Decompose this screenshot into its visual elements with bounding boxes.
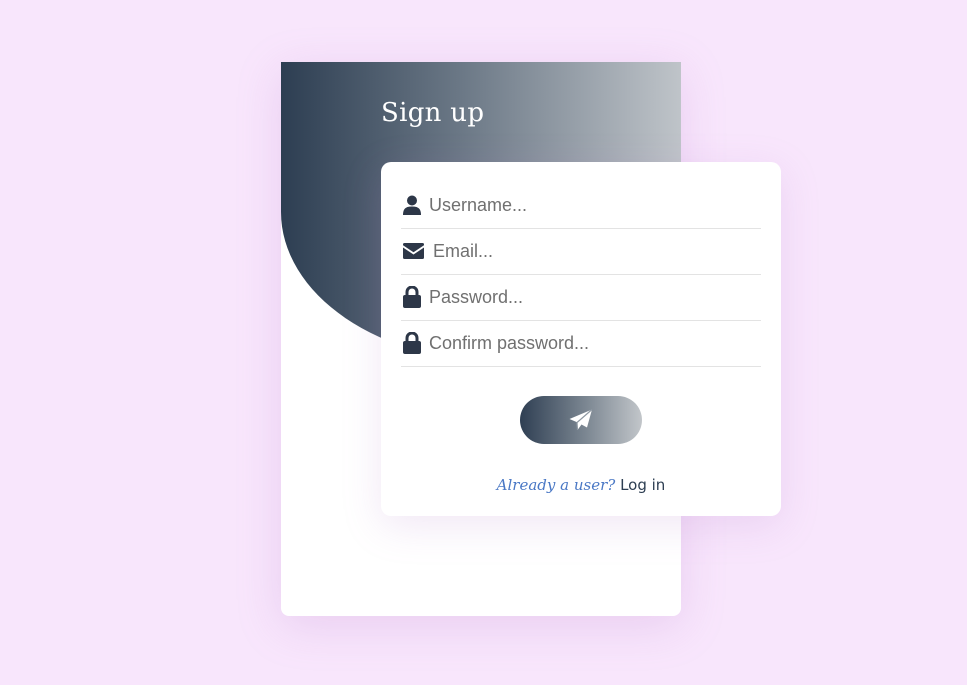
paper-plane-icon [569,409,593,431]
already-user-text: Already a user? [496,476,616,494]
page-title: Sign up [381,98,485,128]
email-input[interactable] [433,240,753,262]
login-prompt: Already a user? Log in [381,476,781,494]
envelope-icon [401,240,425,262]
confirm-password-input[interactable] [429,332,749,354]
username-input[interactable] [429,194,749,216]
confirm-password-field-row [401,320,761,367]
email-field-row [401,228,761,275]
signup-form: Already a user? Log in [381,162,781,516]
password-field-row [401,274,761,321]
username-field-row [401,182,761,229]
lock-icon [401,286,423,308]
user-icon [401,194,423,216]
lock-icon [401,332,423,354]
login-link[interactable]: Log in [620,476,665,494]
password-input[interactable] [429,286,749,308]
submit-button[interactable] [520,396,642,444]
